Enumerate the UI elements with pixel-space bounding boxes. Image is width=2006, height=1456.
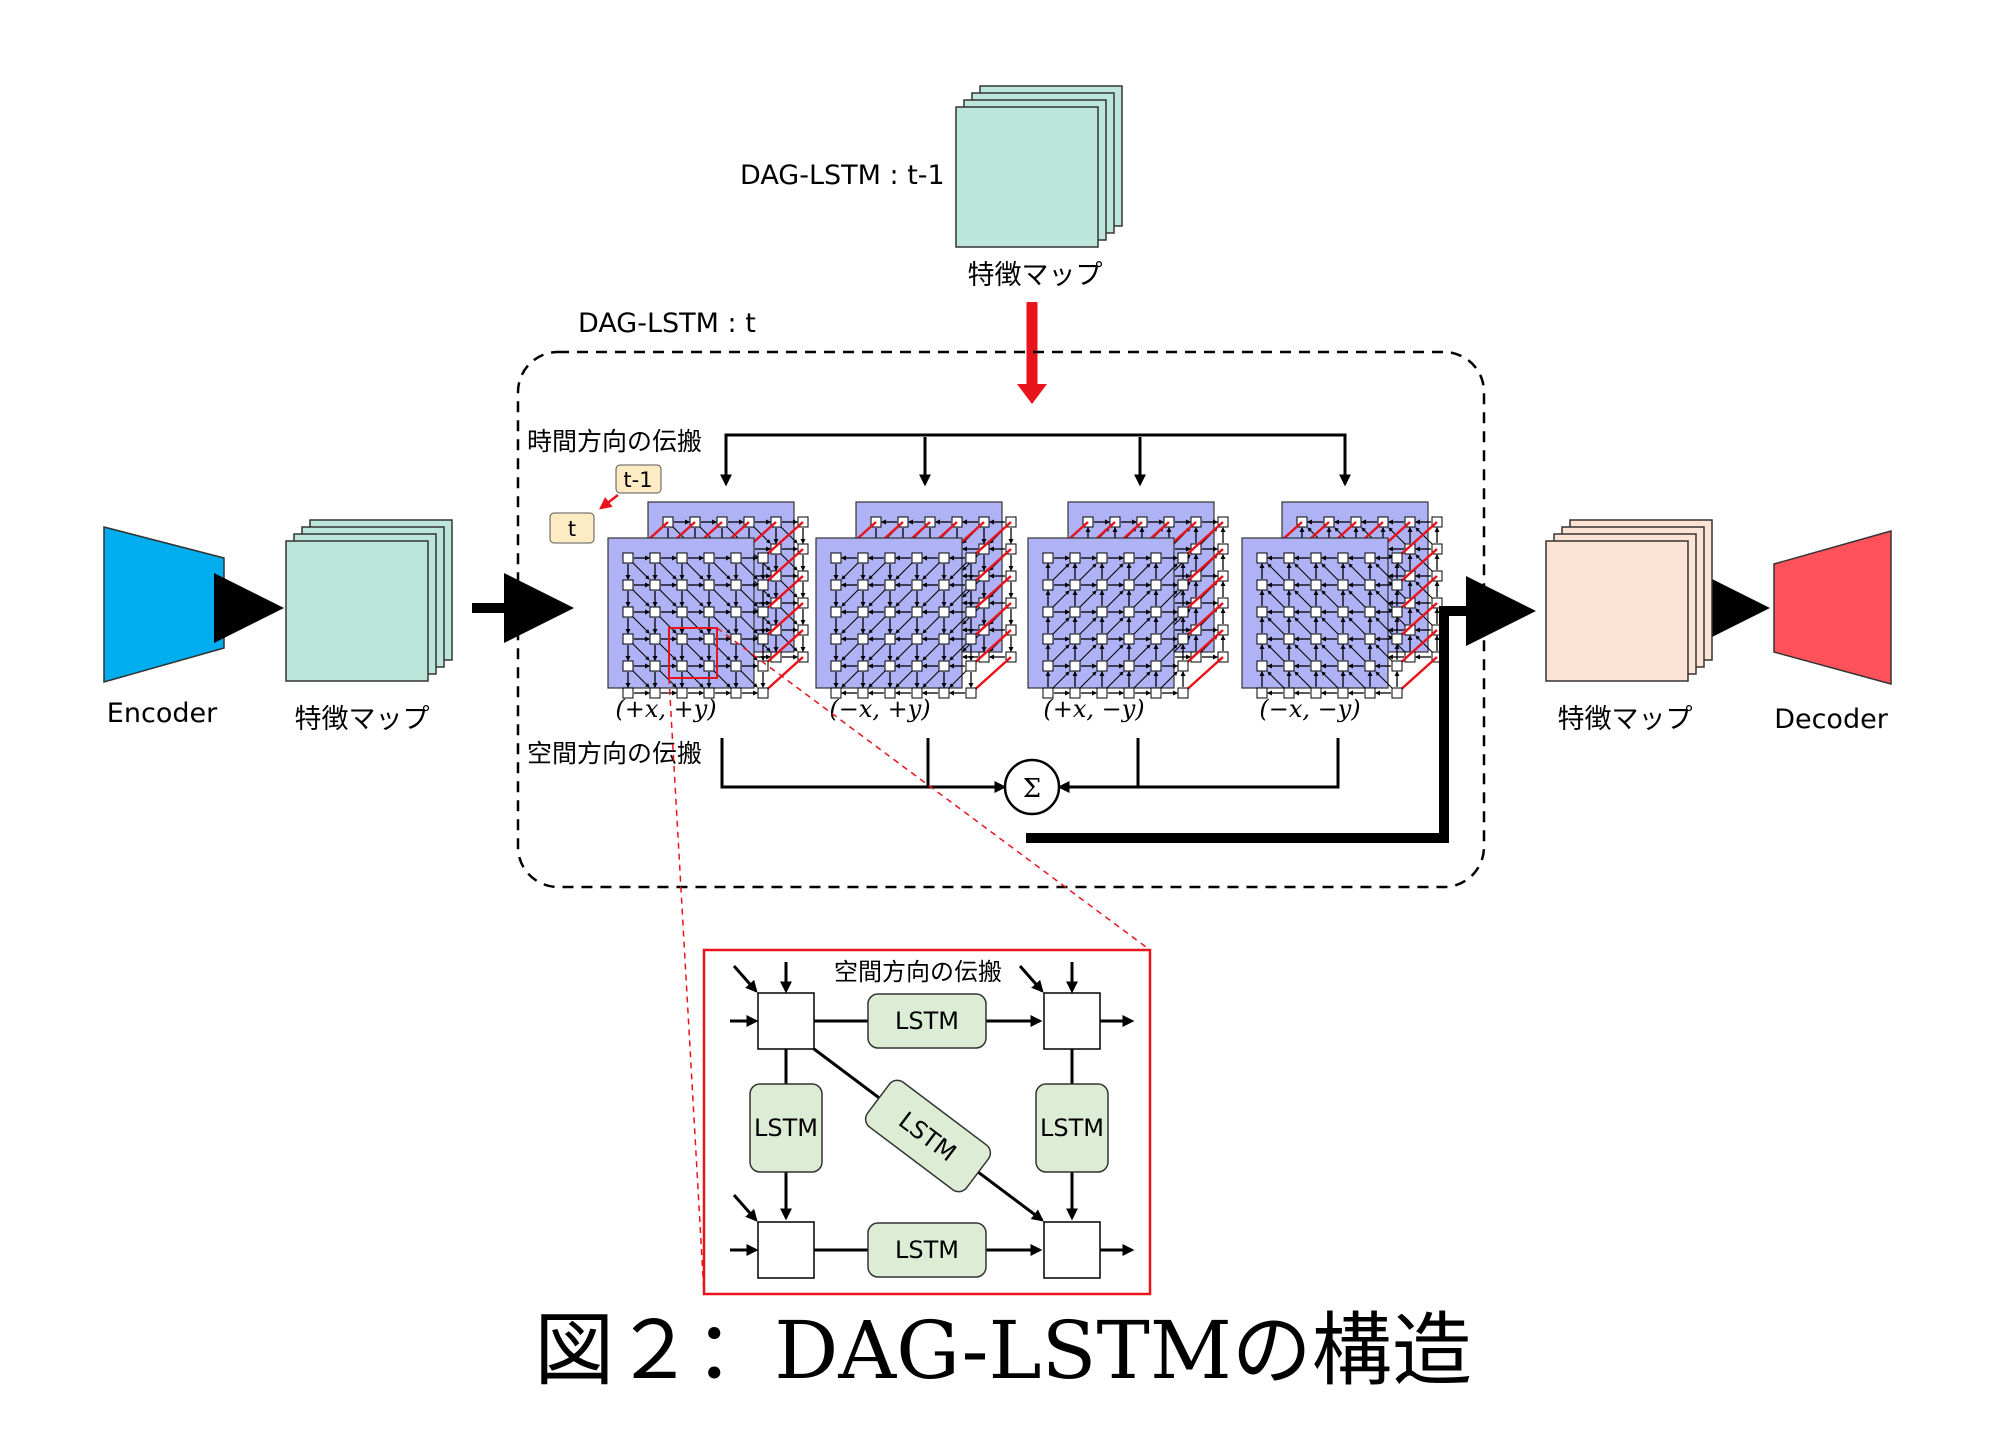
temporal-propagation-bus: [720, 433, 1351, 487]
grid-front-1: [607, 537, 769, 699]
temporal-propagation-label: 時間方向の伝搬: [527, 427, 702, 456]
lstm-label-left: LSTM: [754, 1114, 818, 1142]
decoder-shape: [1773, 530, 1892, 685]
decoder-label: Decoder: [1774, 704, 1889, 735]
detail-title: 空間方向の伝搬: [834, 958, 1002, 986]
feature-map-output-label: 特徴マップ: [1558, 704, 1693, 735]
direction-grids: [607, 501, 1443, 699]
badge-t-label: t: [568, 517, 576, 541]
spatial-propagation-label: 空間方向の伝搬: [527, 739, 702, 768]
grid-front-2: [815, 537, 977, 699]
direction-label-3: (+x, −y): [1043, 695, 1144, 723]
badge-arrow: [599, 494, 619, 510]
lstm-label-right: LSTM: [1040, 1114, 1104, 1142]
encoder-shape: [103, 526, 225, 683]
direction-label-2: (−x, +y): [829, 695, 930, 723]
detail-cell-tl: [757, 992, 815, 1050]
feature-map-input: [285, 519, 453, 682]
direction-label-4: (−x, −y): [1259, 695, 1360, 723]
badge-t-prev-label: t-1: [623, 468, 652, 492]
sum-symbol: Σ: [1023, 774, 1041, 804]
encoder-label: Encoder: [107, 698, 218, 729]
feature-map-previous-label: 特徴マップ: [968, 260, 1103, 291]
figure-caption: 図２：DAG-LSTMの構造: [534, 1304, 1472, 1397]
lstm-label-top: LSTM: [895, 1007, 959, 1035]
feature-map-previous: [955, 85, 1123, 248]
dag-lstm-diagram: Encoder Decoder 特徴マップ 特徴マップ DAG-LSTM : t…: [103, 85, 1892, 1397]
detail-cell-br: [1043, 1221, 1101, 1279]
detail-cell-bl: [757, 1221, 815, 1279]
dag-lstm-prev-label: DAG-LSTM : t-1: [740, 160, 945, 191]
feature-map-output: [1545, 519, 1713, 682]
grid-front-4: [1241, 537, 1403, 699]
lstm-label-bottom: LSTM: [895, 1236, 959, 1264]
zoom-line-left: [668, 677, 705, 1295]
grid-front-3: [1027, 537, 1189, 699]
direction-label-1: (+x, +y): [615, 695, 716, 723]
detail-panel: 空間方向の伝搬 LSTM LSTM LSTM LSTM LSTM: [702, 948, 1152, 1296]
detail-cell-tr: [1043, 992, 1101, 1050]
dag-lstm-t-label: DAG-LSTM : t: [578, 308, 756, 339]
feature-map-input-label: 特徴マップ: [295, 704, 430, 735]
arrow-previous-head: [1017, 384, 1047, 404]
